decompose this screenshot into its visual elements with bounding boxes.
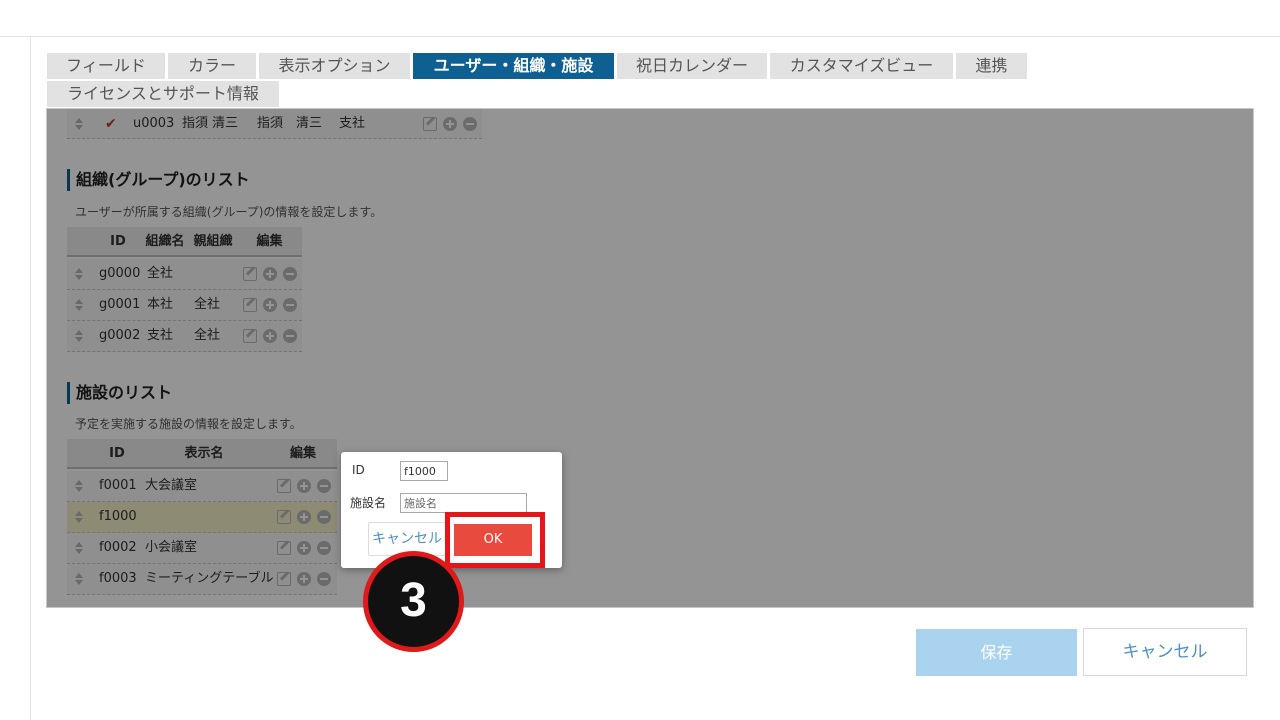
tab-integration[interactable]: 連携	[956, 53, 1027, 79]
tab-color[interactable]: カラー	[168, 53, 256, 79]
ok-button-highlight	[445, 512, 545, 568]
tab-license-support[interactable]: ライセンスとサポート情報	[47, 81, 279, 107]
save-button[interactable]: 保存	[916, 629, 1077, 676]
tab-holiday-calendar[interactable]: 祝日カレンダー	[617, 53, 767, 79]
dialog-name-input[interactable]	[400, 493, 527, 513]
settings-panel: ✔ u0003 指須 清三 指須 清三 支社 組織(グループ)のリスト ユーザー…	[46, 108, 1254, 608]
modal-overlay	[47, 109, 1253, 607]
top-bar	[0, 0, 1280, 37]
dialog-name-label: 施設名	[350, 496, 387, 510]
left-divider	[30, 37, 31, 720]
tab-customize-view[interactable]: カスタマイズビュー	[770, 53, 953, 79]
cancel-button[interactable]: キャンセル	[1083, 628, 1247, 676]
dialog-id-label: ID	[352, 463, 365, 477]
dialog-id-input[interactable]	[400, 461, 448, 481]
step-number-badge: 3	[363, 551, 464, 652]
tab-field[interactable]: フィールド	[47, 53, 165, 79]
tab-users-orgs-facilities[interactable]: ユーザー・組織・施設	[413, 53, 614, 79]
tab-display-options[interactable]: 表示オプション	[259, 53, 410, 79]
